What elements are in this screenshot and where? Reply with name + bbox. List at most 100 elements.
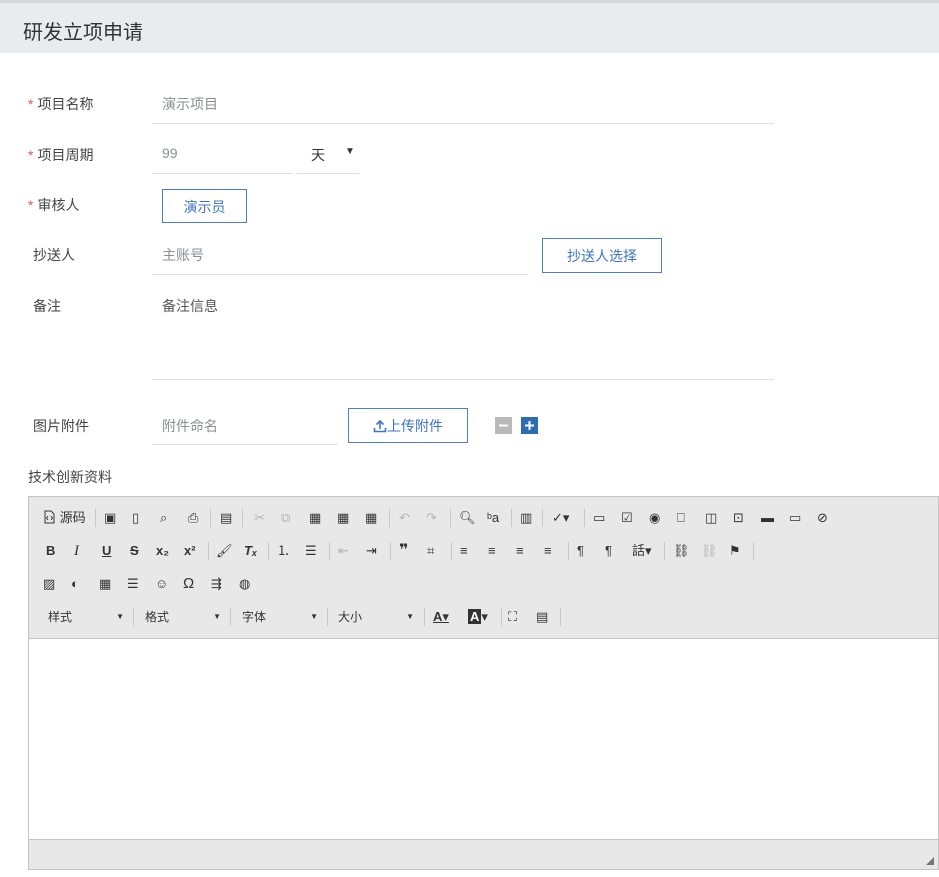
maximize-icon[interactable]: ⛶ (508, 608, 517, 626)
templates-icon[interactable]: ▤ (220, 509, 232, 527)
source-button[interactable]: 源码 (43, 509, 86, 527)
hidden-field-icon[interactable]: ⊘ (817, 509, 828, 527)
preview-icon[interactable]: ⌕ (160, 509, 167, 527)
select-all-icon[interactable]: ▥ (520, 509, 532, 527)
unlink-icon[interactable]: ⛓ (701, 542, 718, 560)
language-icon[interactable]: 話▾ (632, 542, 652, 560)
underline-icon[interactable]: U (102, 542, 111, 560)
paste-text-icon[interactable]: ▦ (337, 509, 349, 527)
source-label: 源码 (59, 510, 86, 525)
textfield-icon[interactable]: ⎕ (677, 509, 685, 527)
justify-icon[interactable]: ≡ (544, 542, 552, 560)
background-color-icon[interactable]: A ▾ (468, 608, 488, 626)
upload-button[interactable]: 上传附件 (348, 408, 468, 443)
period-unit-select[interactable]: 天 ▼ (297, 145, 359, 174)
page-break-icon[interactable]: ⇶ (211, 575, 222, 593)
checkbox-icon[interactable]: ☑ (621, 509, 633, 527)
image-icon[interactable]: ▨ (43, 575, 55, 593)
select-field-icon[interactable]: ⊡ (733, 509, 744, 527)
flash-icon[interactable]: ◐ (71, 575, 79, 593)
save-icon[interactable]: ▣ (104, 509, 116, 527)
cut-icon[interactable]: ✂ (254, 509, 265, 527)
attachment-name-input[interactable]: 附件命名 (152, 416, 338, 445)
label-text: 审核人 (37, 197, 80, 213)
anchor-icon[interactable]: ⚑ (729, 542, 741, 560)
print-icon[interactable]: ⎙ (188, 509, 198, 527)
copy-format-icon[interactable]: 🖌︎ (216, 542, 233, 560)
size-combo[interactable]: 大小 ▼ (338, 608, 418, 626)
reviewer-tag-button[interactable]: 演示员 (162, 189, 247, 223)
remove-format-icon[interactable]: Tₓ (244, 542, 257, 560)
show-blocks-icon[interactable]: ▤ (536, 608, 548, 626)
label-text: 项目周期 (37, 147, 94, 163)
minus-icon[interactable] (495, 417, 512, 434)
editor-content-area[interactable] (29, 639, 938, 839)
redo-icon[interactable]: ↷ (426, 509, 437, 527)
ltr-icon[interactable]: ¶ (577, 542, 584, 560)
cc-select-button[interactable]: 抄送人选择 (542, 238, 662, 273)
size-combo-label: 大小 (338, 610, 363, 624)
label-text: 项目名称 (37, 96, 94, 112)
toolbar-separator (451, 542, 452, 560)
italic-icon[interactable]: I (74, 542, 79, 560)
button-field-icon[interactable]: ▬ (761, 509, 774, 527)
toolbar-separator (568, 542, 569, 560)
special-char-icon[interactable]: Ω (183, 575, 194, 593)
project-name-input[interactable]: 演示项目 (152, 94, 774, 124)
text-color-icon[interactable]: A▾ (433, 608, 449, 626)
align-center-icon[interactable]: ≡ (488, 542, 496, 560)
paste-word-icon[interactable]: ▦ (365, 509, 377, 527)
remark-textarea[interactable]: 备注信息 (152, 296, 774, 380)
align-right-icon[interactable]: ≡ (516, 542, 524, 560)
toolbar-separator (753, 542, 754, 560)
numbered-list-icon[interactable]: ⒈ (277, 542, 290, 560)
smiley-icon[interactable]: ☺ (155, 575, 168, 593)
font-combo-label: 字体 (242, 610, 267, 624)
dropdown-arrow-icon: ▼ (345, 146, 355, 157)
cc-input[interactable]: 主账号 (152, 245, 528, 275)
toolbar-separator (389, 509, 390, 527)
undo-icon[interactable]: ↶ (399, 509, 410, 527)
find-icon[interactable]: 🔍︎ (459, 509, 476, 527)
copy-icon[interactable]: ⧉ (281, 509, 290, 527)
bg-color-glyph: A (468, 609, 482, 624)
format-combo[interactable]: 格式 ▼ (145, 608, 225, 626)
toolbar-separator (501, 608, 502, 626)
style-combo[interactable]: 样式 ▼ (48, 608, 128, 626)
editor-footer (29, 839, 938, 869)
iframe-icon[interactable]: ◍ (239, 575, 250, 593)
superscript-icon[interactable]: x² (184, 542, 196, 560)
spellcheck-icon[interactable]: ✓▾ (552, 509, 569, 527)
table-icon[interactable]: ▦ (99, 575, 111, 593)
toolbar-separator (450, 509, 451, 527)
project-name-value: 演示项目 (162, 96, 218, 112)
div-container-icon[interactable]: ⌗ (427, 542, 434, 560)
bold-icon[interactable]: B (46, 542, 55, 560)
paste-icon[interactable]: ▦ (309, 509, 321, 527)
image-button-icon[interactable]: ▭ (789, 509, 801, 527)
blockquote-icon[interactable]: ❞ (399, 542, 408, 560)
form-icon[interactable]: ▭ (593, 509, 605, 527)
radio-icon[interactable]: ◉ (649, 509, 660, 527)
upload-icon (373, 419, 387, 433)
replace-icon[interactable]: ᵇa (487, 509, 499, 527)
horizontal-line-icon[interactable]: ☰ (127, 575, 139, 593)
reviewer-label: * 审核人 (28, 195, 79, 215)
font-combo[interactable]: 字体 ▼ (242, 608, 322, 626)
project-period-input[interactable]: 99 (152, 145, 293, 174)
align-left-icon[interactable]: ≡ (460, 542, 468, 560)
upload-button-label: 上传附件 (387, 418, 443, 434)
outdent-icon[interactable]: ⇤ (338, 542, 349, 560)
bulleted-list-icon[interactable]: ☰ (305, 542, 317, 560)
strikethrough-icon[interactable]: S (130, 542, 139, 560)
link-icon[interactable]: ⛓ (673, 542, 690, 560)
indent-icon[interactable]: ⇥ (366, 542, 377, 560)
plus-icon[interactable] (521, 417, 538, 434)
subscript-icon[interactable]: x₂ (156, 542, 169, 560)
textarea-icon[interactable]: ◫ (705, 509, 717, 527)
resize-handle-icon[interactable] (926, 857, 934, 865)
format-combo-label: 格式 (145, 610, 170, 624)
rtl-icon[interactable]: ¶ (605, 542, 612, 560)
new-page-icon[interactable]: ▯ (132, 509, 139, 527)
cc-label: 抄送人 (33, 247, 75, 263)
